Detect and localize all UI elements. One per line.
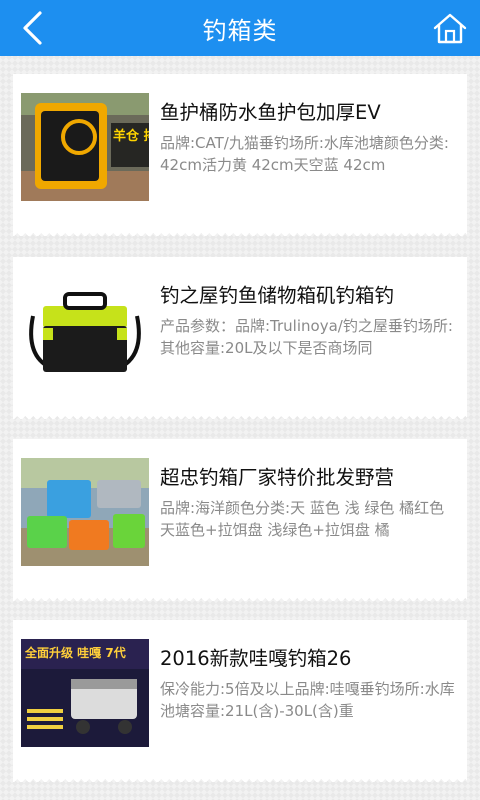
item-description: 保冷能力:5倍及以上品牌:哇嘎垂钓场所:水库池塘容量:21L(含)-30L(含)… bbox=[160, 680, 455, 720]
item-description: 产品参数：品牌:Trulinoya/钓之屋垂钓场所:其他容量:20L及以下是否商… bbox=[160, 317, 453, 357]
image-text: 全面升级 哇嘎 7代 bbox=[24, 645, 126, 660]
top-bar: 钓箱类 bbox=[0, 0, 480, 56]
item-title: 鱼护桶防水鱼护包加厚EV bbox=[160, 101, 381, 124]
item-title: 钓之屋钓鱼储物箱矶钓箱钓 bbox=[160, 284, 395, 307]
product-image: 全面升级 哇嘎 7代 bbox=[21, 639, 149, 747]
home-icon bbox=[433, 13, 467, 44]
product-image bbox=[21, 458, 149, 566]
list-item[interactable]: 羊仓 排水口 鱼护桶防水鱼护包加厚EV 品牌:CAT/九猫垂钓场所:水库池塘颜色… bbox=[13, 74, 467, 236]
list-item[interactable]: 钓之屋钓鱼储物箱矶钓箱钓 产品参数：品牌:Trulinoya/钓之屋垂钓场所:其… bbox=[13, 257, 467, 419]
item-description: 品牌:CAT/九猫垂钓场所:水库池塘颜色分类:42cm活力黄 42cm天空蓝 4… bbox=[160, 134, 449, 174]
product-image bbox=[21, 276, 149, 384]
image-text: 羊仓 排水口 bbox=[113, 128, 149, 144]
chevron-left-icon bbox=[23, 11, 42, 45]
page-title: 钓箱类 bbox=[202, 16, 278, 45]
home-button[interactable] bbox=[430, 8, 470, 48]
product-image: 羊仓 排水口 bbox=[21, 93, 149, 201]
list-item[interactable]: 超忠钓箱厂家特价批发野营 品牌:海洋颜色分类:天 蓝色 浅 绿色 橘红色 天蓝色… bbox=[13, 439, 467, 601]
item-description: 品牌:海洋颜色分类:天 蓝色 浅 绿色 橘红色 天蓝色+拉饵盘 浅绿色+拉饵盘 … bbox=[160, 499, 445, 539]
back-button[interactable] bbox=[12, 8, 52, 48]
item-title: 2016新款哇嘎钓箱26 bbox=[160, 647, 352, 670]
list-item[interactable]: 全面升级 哇嘎 7代 2016新款哇嘎钓箱26 保冷能力:5倍及以上品牌:哇嘎垂… bbox=[13, 620, 467, 782]
item-title: 超忠钓箱厂家特价批发野营 bbox=[160, 466, 395, 489]
